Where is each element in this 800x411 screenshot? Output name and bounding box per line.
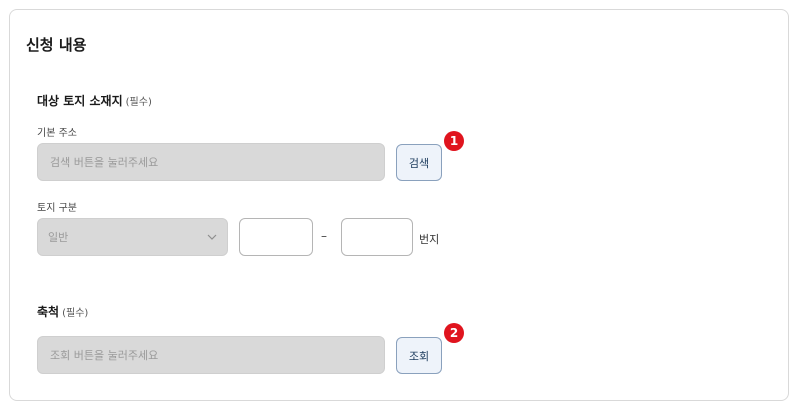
required-note: (필수) [125, 97, 152, 108]
scale-label: 축척 (필수) [37, 303, 88, 320]
scale-placeholder: 조회 버튼을 눌러주세요 [50, 349, 159, 362]
land-location-text: 대상 토지 소재지 [37, 94, 123, 108]
address-label: 기본 주소 [37, 128, 77, 139]
step-badge-1: 1 [444, 131, 464, 151]
chevron-down-icon [207, 232, 217, 243]
lot-main-number-input[interactable] [239, 218, 313, 256]
section-title: 신청 내용 [26, 36, 87, 54]
land-type-label: 토지 구분 [37, 203, 77, 214]
scale-required-note: (필수) [62, 308, 89, 319]
search-button[interactable]: 검색 [396, 144, 442, 181]
lot-number-separator: – [321, 229, 327, 243]
land-type-value: 일반 [48, 231, 69, 244]
step-badge-2: 2 [444, 323, 464, 343]
scale-text: 축척 [37, 305, 60, 319]
lot-sub-number-input[interactable] [341, 218, 413, 256]
scale-input: 조회 버튼을 눌러주세요 [37, 336, 385, 374]
lookup-button[interactable]: 조회 [396, 337, 442, 374]
address-placeholder: 검색 버튼을 눌러주세요 [50, 156, 159, 169]
lot-suffix: 번지 [419, 233, 440, 246]
land-location-label: 대상 토지 소재지 (필수) [37, 92, 152, 109]
land-type-select: 일반 [37, 218, 228, 256]
address-input: 검색 버튼을 눌러주세요 [37, 143, 385, 181]
